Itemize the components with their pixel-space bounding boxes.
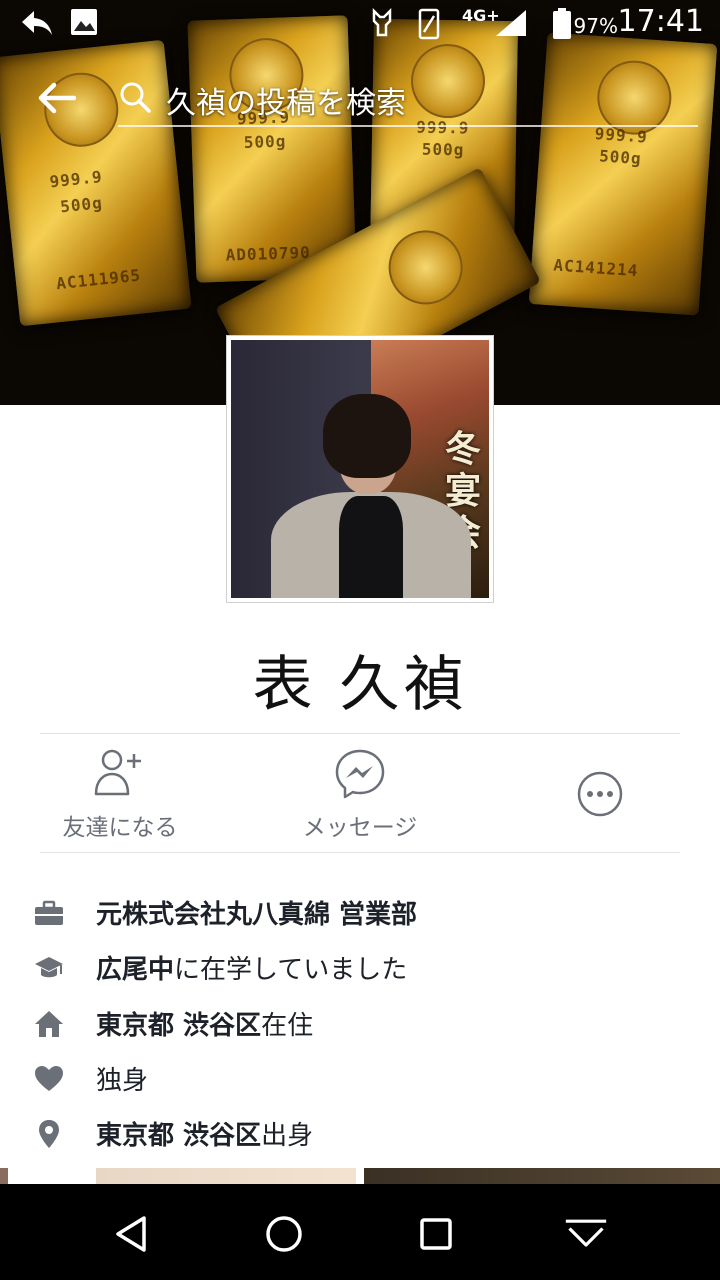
- messenger-icon: [335, 749, 385, 799]
- more-options-button[interactable]: [500, 770, 700, 818]
- back-arrow-icon[interactable]: [36, 80, 76, 116]
- vibrate-icon: [418, 8, 440, 40]
- profile-name: 表 久禎: [252, 650, 468, 720]
- hide-navbar-icon[interactable]: [564, 1212, 608, 1256]
- add-friend-label: 友達になる: [62, 815, 178, 841]
- message-label: メッセージ: [302, 815, 418, 841]
- status-bar: 4G+ 97% 17:41: [0, 0, 720, 48]
- from-text: 東京都 渋谷区: [96, 1121, 262, 1151]
- search-icon: [120, 82, 151, 113]
- add-friend-icon: [94, 749, 141, 796]
- search-underline: [118, 125, 698, 127]
- home-circle-icon[interactable]: [262, 1212, 306, 1256]
- divider: [40, 733, 680, 734]
- reply-icon: [22, 11, 52, 35]
- location-pin-icon: [39, 1120, 59, 1148]
- lives-text: 東京都 渋谷区: [96, 1011, 262, 1041]
- alarm-icon: [372, 8, 392, 37]
- graduation-cap-icon: [35, 957, 63, 978]
- clock: 17:41: [617, 4, 704, 39]
- image-icon: [71, 9, 97, 35]
- home-icon: [35, 1011, 63, 1037]
- add-friend-button[interactable]: 友達になる: [20, 748, 220, 841]
- work-text: 元株式会社丸八真綿 営業部: [96, 900, 418, 930]
- battery-icon: [553, 8, 571, 39]
- info-relationship[interactable]: 独身: [0, 1052, 720, 1108]
- search-input[interactable]: 久禎の投稿を検索: [166, 78, 406, 122]
- relationship-text: 独身: [96, 1066, 149, 1096]
- info-work[interactable]: 元株式会社丸八真綿 営業部: [0, 886, 720, 942]
- message-button[interactable]: メッセージ: [260, 748, 460, 841]
- more-icon: [577, 771, 623, 817]
- briefcase-icon: [35, 900, 63, 925]
- profile-picture[interactable]: 冬 宴 会: [226, 335, 494, 603]
- info-lives[interactable]: 東京都 渋谷区在住: [0, 997, 720, 1053]
- battery-percent: 97%: [573, 14, 618, 38]
- gold-bar: 999.9 500g AD010790: [187, 15, 357, 283]
- back-triangle-icon[interactable]: [110, 1212, 154, 1256]
- info-from[interactable]: 東京都 渋谷区出身: [0, 1107, 720, 1163]
- recents-square-icon[interactable]: [414, 1212, 458, 1256]
- system-navigation-bar: [0, 1184, 720, 1280]
- heart-icon: [35, 1066, 63, 1091]
- info-education[interactable]: 広尾中に在学していました: [0, 941, 720, 997]
- education-text: 広尾中: [96, 955, 175, 985]
- signal-icon: [496, 10, 526, 36]
- search-bar[interactable]: 久禎の投稿を検索: [0, 64, 720, 128]
- divider: [40, 852, 680, 853]
